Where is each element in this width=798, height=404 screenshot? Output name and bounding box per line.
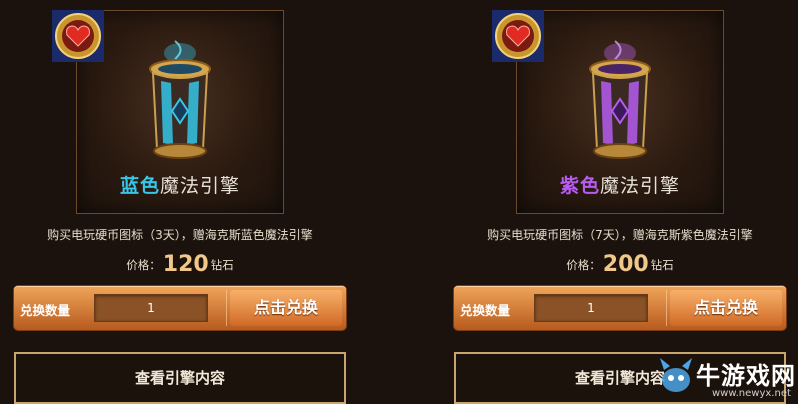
bar-divider	[226, 290, 227, 326]
site-watermark: 牛游戏网 www.newyx.net	[656, 350, 798, 404]
mascot-logo-icon	[660, 358, 692, 392]
bar-divider	[666, 290, 667, 326]
qty-input[interactable]: 1	[534, 294, 648, 322]
watermark-text: 牛游戏网	[696, 362, 796, 390]
engine-title: 紫色魔法引擎	[517, 171, 723, 198]
heart-coin-badge-icon	[52, 10, 104, 62]
purple-engine-icon	[589, 40, 651, 159]
price-label: 价格：	[126, 258, 161, 272]
price-unit: 钻石	[650, 258, 674, 272]
exchange-bar: 兑换数量 1 点击兑换	[454, 286, 786, 330]
engine-title-rest: 魔法引擎	[600, 175, 681, 197]
qty-input[interactable]: 1	[94, 294, 208, 322]
heart-coin-badge-icon	[492, 10, 544, 62]
engine-price: 价格：120 钻石	[10, 252, 350, 277]
blue-engine-icon	[149, 40, 211, 159]
engine-title-color-word: 紫色	[559, 175, 600, 197]
price-unit: 钻石	[210, 258, 234, 272]
engine-title-color-word: 蓝色	[119, 175, 160, 197]
redeem-button[interactable]: 点击兑换	[230, 290, 342, 326]
engine-description: 购买电玩硬币图标（7天），赠海克斯紫色魔法引擎	[487, 228, 753, 242]
qty-label: 兑换数量	[20, 303, 71, 318]
engine-price: 价格：200 钻石	[450, 252, 790, 277]
engine-description: 购买电玩硬币图标（3天），赠海克斯蓝色魔法引擎	[47, 228, 313, 242]
price-value: 200	[602, 252, 649, 277]
engine-title: 蓝色魔法引擎	[77, 171, 283, 198]
engine-preview-frame: 紫色魔法引擎	[492, 10, 724, 214]
exchange-bar: 兑换数量 1 点击兑换	[14, 286, 346, 330]
price-value: 120	[162, 252, 209, 277]
watermark-url: www.newyx.net	[712, 388, 791, 399]
price-label: 价格：	[566, 258, 601, 272]
view-engine-content-button[interactable]: 查看引擎内容	[14, 352, 346, 404]
engine-card-purple: 紫色魔法引擎 购买电玩硬币图标（7天），赠海克斯紫色魔法引擎 价格：200 钻石 …	[450, 0, 790, 404]
engine-title-rest: 魔法引擎	[160, 175, 241, 197]
engine-card-blue: 蓝色魔法引擎 购买电玩硬币图标（3天），赠海克斯蓝色魔法引擎 价格：120 钻石 …	[10, 0, 350, 404]
qty-label: 兑换数量	[460, 303, 511, 318]
redeem-button[interactable]: 点击兑换	[670, 290, 782, 326]
engine-preview-frame: 蓝色魔法引擎	[52, 10, 284, 214]
